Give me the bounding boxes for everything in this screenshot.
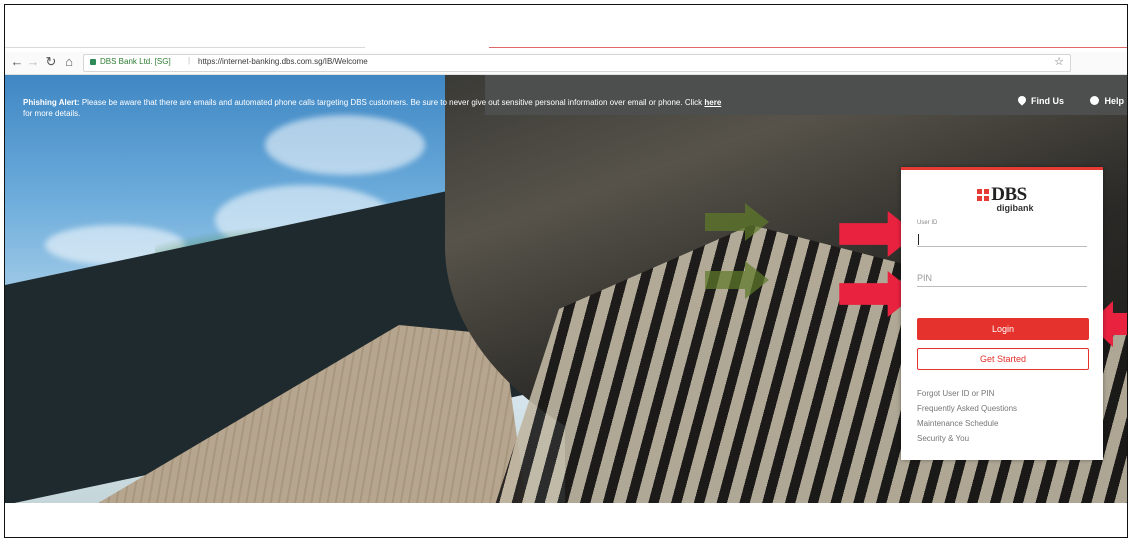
help-link[interactable]: Help & xyxy=(1090,96,1127,106)
url-text[interactable]: https://internet-banking.dbs.com.sg/IB/W… xyxy=(198,57,368,66)
tab-strip xyxy=(5,5,1127,49)
alert-here-link[interactable]: here xyxy=(704,98,721,107)
get-started-button[interactable]: Get Started xyxy=(917,348,1089,370)
dbs-logo: DBS digibank xyxy=(901,184,1103,213)
alert-suffix: for more details. xyxy=(23,109,81,118)
alert-text: Please be aware that there are emails an… xyxy=(79,98,705,107)
dbs-star-icon xyxy=(977,189,990,201)
lock-icon xyxy=(90,59,96,65)
help-icon xyxy=(1090,96,1100,105)
forgot-credentials-link[interactable]: Forgot User ID or PIN xyxy=(917,386,1017,401)
arrow-right-icon xyxy=(705,261,769,299)
logo-subtitle: digibank xyxy=(996,203,1034,213)
maintenance-schedule-link[interactable]: Maintenance Schedule xyxy=(917,416,1017,431)
site-identity: DBS Bank Ltd. [SG] xyxy=(100,57,171,66)
pin-input[interactable] xyxy=(917,270,1087,287)
arrow-right-icon xyxy=(705,203,769,241)
address-separator: | xyxy=(188,56,191,65)
find-us-label: Find Us xyxy=(1030,96,1064,106)
help-links: Forgot User ID or PIN Frequently Asked Q… xyxy=(917,386,1017,446)
reload-icon[interactable]: ↻ xyxy=(43,54,59,70)
help-label: Help & xyxy=(1104,96,1127,106)
tab-divider xyxy=(5,47,365,48)
find-us-link[interactable]: Find Us xyxy=(1016,94,1064,106)
tab-divider-active xyxy=(489,47,1127,48)
top-links: Find Us Help & xyxy=(994,94,1127,106)
login-button[interactable]: Login xyxy=(917,318,1089,340)
forward-icon[interactable]: → xyxy=(25,54,41,70)
alert-label: Phishing Alert: xyxy=(23,98,80,107)
screenshot-frame: ← → ↻ ⌂ DBS Bank Ltd. [SG] | https://int… xyxy=(4,4,1128,538)
home-icon[interactable]: ⌂ xyxy=(61,54,77,70)
background-cloud xyxy=(265,115,425,175)
faq-link[interactable]: Frequently Asked Questions xyxy=(917,401,1017,416)
text-cursor xyxy=(918,234,919,245)
star-icon[interactable]: ☆ xyxy=(1054,55,1064,68)
security-link[interactable]: Security & You xyxy=(917,431,1017,446)
login-panel: DBS digibank User ID Login Get Started F… xyxy=(901,167,1103,460)
logo-text: DBS xyxy=(991,184,1027,205)
phishing-alert: Phishing Alert: Please be aware that the… xyxy=(23,97,723,119)
user-id-label: User ID xyxy=(917,220,938,226)
browser-toolbar: ← → ↻ ⌂ DBS Bank Ltd. [SG] | https://int… xyxy=(5,52,1127,75)
page-viewport: Phishing Alert: Please be aware that the… xyxy=(5,75,1127,503)
address-bar[interactable]: DBS Bank Ltd. [SG] | https://internet-ba… xyxy=(83,54,1071,72)
back-icon[interactable]: ← xyxy=(9,54,25,70)
location-pin-icon xyxy=(1016,94,1028,106)
user-id-input[interactable] xyxy=(917,230,1087,247)
